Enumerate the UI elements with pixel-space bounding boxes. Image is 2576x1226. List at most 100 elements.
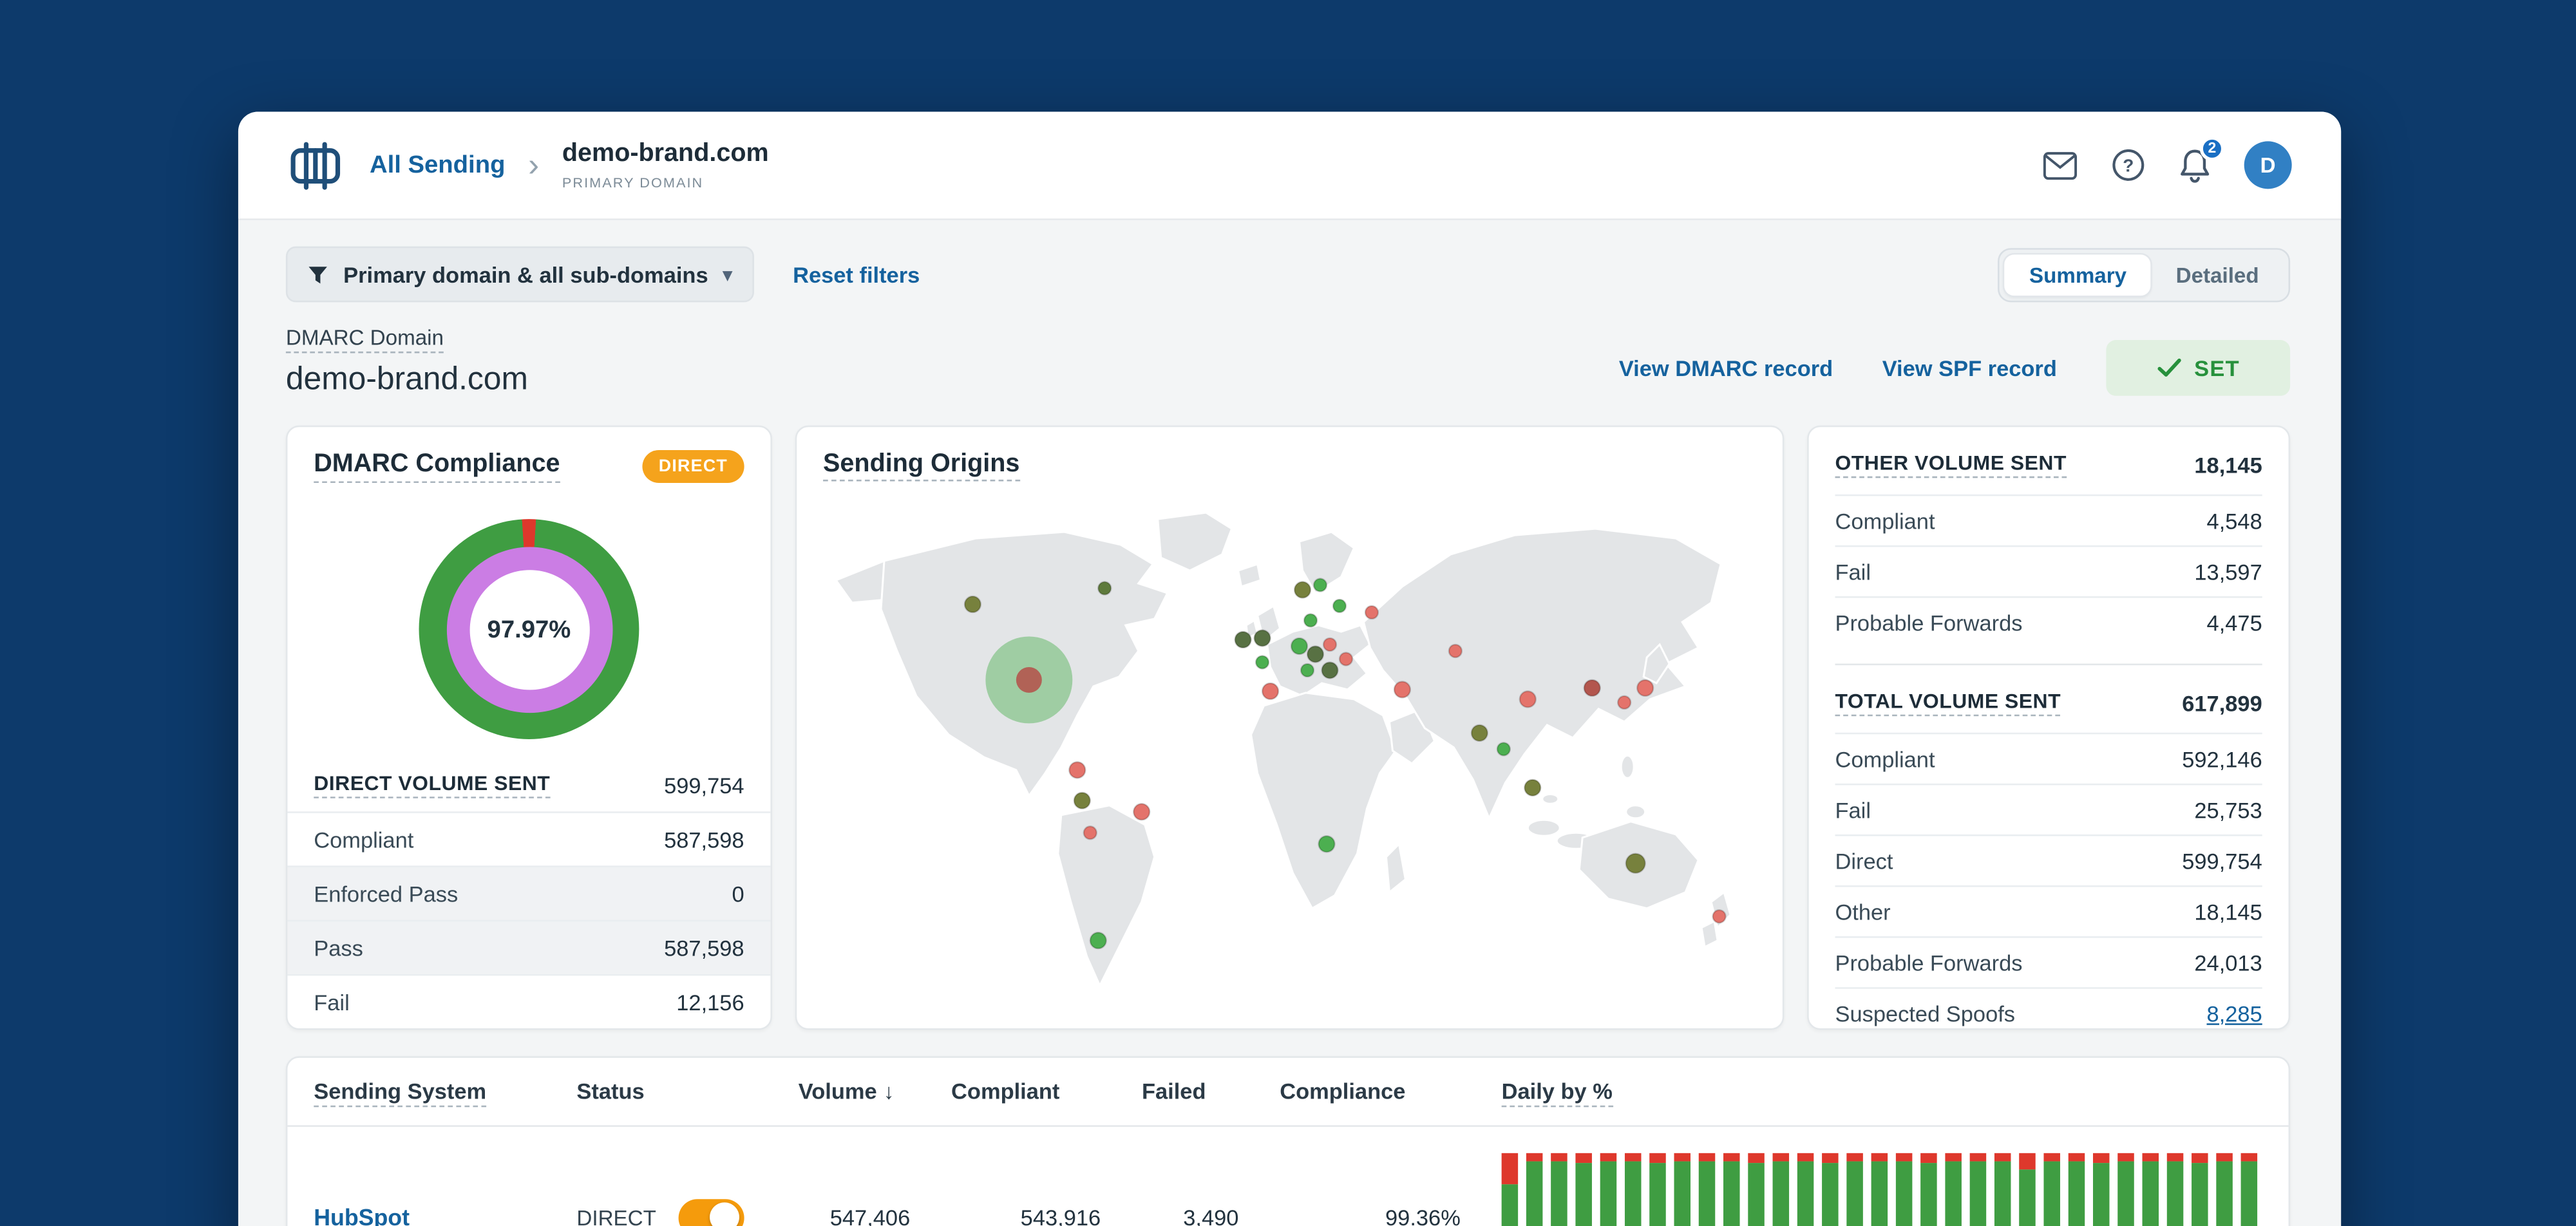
origin-point — [1016, 666, 1042, 693]
user-avatar[interactable]: D — [2244, 141, 2292, 189]
panel-row-value: 18,145 — [2194, 899, 2262, 924]
daily-bar — [2043, 1153, 2060, 1226]
daily-bar — [1698, 1153, 1716, 1226]
daily-bar — [2166, 1153, 2184, 1226]
panel-row-value: 25,753 — [2194, 797, 2262, 822]
app-window: All Sending › demo-brand.com PRIMARY DOM… — [238, 111, 2342, 1226]
daily-bar — [2019, 1153, 2036, 1226]
selected-domain-name: demo-brand.com — [285, 361, 528, 398]
stat-row-pass: Pass 587,598 — [287, 920, 771, 974]
sort-desc-icon: ↓ — [883, 1079, 895, 1104]
origin-point — [1306, 645, 1325, 663]
total-volume-total: 617,899 — [2182, 690, 2262, 715]
compliance-value: 99.36% — [1385, 1205, 1461, 1226]
volume-value: 547,406 — [829, 1205, 911, 1226]
column-status: Status — [576, 1079, 645, 1104]
origin-point — [1089, 931, 1108, 950]
daily-bars-chart — [1501, 1153, 2289, 1226]
compliant-value: 543,916 — [1020, 1205, 1101, 1226]
notifications-icon[interactable]: 2 — [2179, 135, 2225, 183]
filter-bar: Primary domain & all sub-domains ▾ Reset… — [285, 246, 2291, 303]
top-navigation-bar: All Sending › demo-brand.com PRIMARY DOM… — [238, 111, 2342, 220]
sending-system-link[interactable]: HubSpot — [314, 1204, 410, 1226]
panel-row-label: Compliant — [1835, 508, 1935, 533]
donut-inner-ring: 97.97% — [446, 546, 612, 712]
stat-value: 12,156 — [676, 989, 744, 1015]
view-spf-record-link[interactable]: View SPF record — [1882, 355, 2057, 380]
system-enabled-toggle[interactable] — [679, 1198, 745, 1226]
daily-bar — [2240, 1153, 2258, 1226]
stat-value: 587,598 — [664, 935, 744, 961]
origin-point — [1321, 661, 1339, 679]
daily-bar — [1624, 1153, 1642, 1226]
panel-row-value: 4,548 — [2206, 508, 2262, 533]
origin-point — [963, 595, 982, 614]
origin-point — [1636, 679, 1654, 697]
table-row-hubspot: HubSpot DIRECT 547,406 543,916 3,490 99.… — [287, 1127, 2288, 1226]
origin-point — [1322, 637, 1338, 652]
panel-row: Probable Forwards 4,475 — [1835, 596, 2262, 647]
view-mode-toggle: Summary Detailed — [1998, 247, 2291, 302]
compliance-card-title: DMARC Compliance — [314, 450, 560, 483]
origin-point — [1290, 637, 1309, 655]
daily-bar — [1994, 1153, 2011, 1226]
origins-card-title: Sending Origins — [823, 449, 1020, 482]
tab-detailed[interactable]: Detailed — [2151, 254, 2284, 295]
dmarc-domain-block: DMARC Domain demo-brand.com — [285, 325, 528, 399]
suspected-spoofs-link[interactable]: 8,285 — [2207, 1001, 2262, 1026]
panel-row-value: 24,013 — [2194, 950, 2262, 976]
origin-point — [1303, 613, 1318, 628]
chevron-down-icon: ▾ — [723, 265, 732, 285]
breadcrumb-separator-icon: › — [528, 147, 540, 184]
origin-point — [1132, 803, 1151, 821]
status-cell: DIRECT — [576, 1198, 798, 1226]
help-icon[interactable]: ? — [2111, 148, 2146, 183]
domain-scope-filter-button[interactable]: Primary domain & all sub-domains ▾ — [285, 246, 753, 303]
tab-summary[interactable]: Summary — [2004, 254, 2152, 295]
stat-label: Enforced Pass — [314, 881, 459, 906]
direct-volume-row: DIRECT VOLUME SENT 599,754 — [287, 762, 770, 812]
origin-point — [1616, 695, 1632, 710]
stat-value: 587,598 — [664, 827, 744, 852]
origin-point — [1073, 791, 1092, 810]
column-volume-sort[interactable]: Volume ↓ — [799, 1079, 951, 1104]
reset-filters-link[interactable]: Reset filters — [793, 262, 920, 287]
daily-bar — [1895, 1153, 1913, 1226]
status-label: DIRECT — [576, 1205, 656, 1226]
column-failed: Failed — [1141, 1079, 1206, 1104]
topbar-actions: ? 2 D — [2042, 135, 2292, 189]
page-content: Primary domain & all sub-domains ▾ Reset… — [238, 220, 2341, 1226]
column-volume-label: Volume — [798, 1079, 877, 1104]
panel-row-value: 599,754 — [2182, 848, 2262, 873]
current-domain-type: PRIMARY DOMAIN — [562, 174, 704, 191]
panel-row: Other 18,145 — [1835, 885, 2262, 936]
daily-bar — [1649, 1153, 1666, 1226]
panel-row-value: 592,146 — [2182, 746, 2262, 771]
donut-chart-area: 97.97% — [287, 519, 770, 739]
messages-icon[interactable] — [2042, 150, 2078, 180]
daily-bar — [2092, 1153, 2110, 1226]
origin-point — [1234, 630, 1252, 649]
origin-point — [1253, 629, 1271, 647]
origin-point — [1470, 724, 1489, 742]
other-volume-total: 18,145 — [2194, 452, 2262, 478]
panel-row-suspected-spoofs: Suspected Spoofs 8,285 — [1835, 987, 2262, 1028]
stat-row-enforced-pass: Enforced Pass 0 — [287, 865, 771, 920]
dmarc-domain-label: DMARC Domain — [285, 325, 444, 354]
direct-badge: DIRECT — [642, 449, 744, 483]
world-map — [834, 511, 1732, 988]
column-compliant: Compliant — [951, 1079, 1060, 1104]
origins-card-header: Sending Origins — [823, 449, 1756, 482]
breadcrumb-all-sending[interactable]: All Sending — [370, 151, 505, 179]
failed-value: 3,490 — [1183, 1205, 1239, 1226]
daily-bar — [1871, 1153, 1888, 1226]
daily-bar — [1674, 1153, 1690, 1226]
daily-bar — [1945, 1153, 1962, 1226]
panel-row-label: Fail — [1835, 559, 1871, 584]
app-logo-icon[interactable] — [287, 140, 343, 190]
daily-bar — [1501, 1153, 1519, 1226]
origin-point — [1332, 598, 1347, 614]
view-dmarc-record-link[interactable]: View DMARC record — [1619, 355, 1833, 380]
donut-center: 97.97% — [469, 569, 589, 690]
dmarc-set-status-button[interactable]: SET — [2106, 340, 2291, 396]
